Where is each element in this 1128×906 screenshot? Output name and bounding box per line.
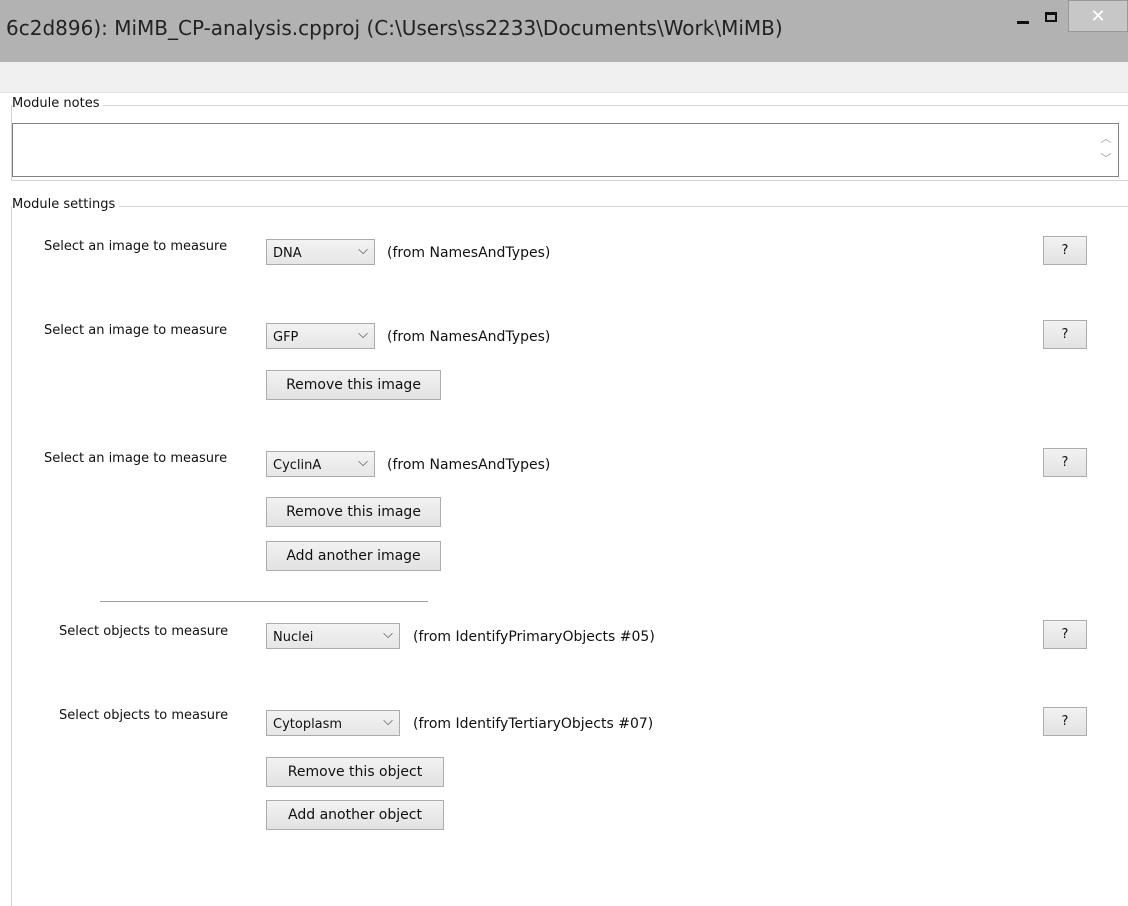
image-3-select[interactable]: CyclinA ⌵ — [266, 451, 375, 477]
module-notes-textarea[interactable]: ︿ ﹀ — [12, 123, 1119, 177]
object-1-value: Nuclei — [273, 630, 314, 645]
object-2-source: (from IdentifyTertiaryObjects #07) — [413, 716, 654, 732]
remove-object-button[interactable]: Remove this object — [266, 757, 444, 787]
scroll-up-icon[interactable]: ︿ — [1100, 133, 1112, 144]
help-button-object-2[interactable]: ? — [1043, 707, 1087, 736]
module-settings-label: Module settings — [12, 197, 120, 212]
module-notes-label: Module notes — [12, 96, 104, 111]
object-1-label: Select objects to measure — [59, 624, 229, 639]
add-image-button[interactable]: Add another image — [266, 541, 441, 571]
title-bar: 6c2d896): MiMB_CP-analysis.cpproj (C:\Us… — [0, 0, 1128, 62]
module-settings-group: Module settings — [11, 197, 1128, 906]
help-button-image-1[interactable]: ? — [1043, 236, 1087, 265]
chevron-down-icon: ⌵ — [358, 327, 368, 342]
close-icon: ✕ — [1090, 5, 1106, 27]
image-2-value: GFP — [273, 330, 299, 345]
image-1-label: Select an image to measure — [44, 239, 228, 254]
object-2-value: Cytoplasm — [273, 717, 343, 732]
chevron-down-icon: ⌵ — [358, 243, 368, 258]
image-3-value: CyclinA — [273, 458, 322, 473]
object-1-select[interactable]: Nuclei ⌵ — [266, 623, 400, 649]
image-2-select[interactable]: GFP ⌵ — [266, 323, 375, 349]
image-2-source: (from NamesAndTypes) — [387, 329, 551, 345]
image-3-label: Select an image to measure — [44, 451, 228, 466]
remove-image-3-button[interactable]: Remove this image — [266, 497, 441, 527]
image-1-source: (from NamesAndTypes) — [387, 245, 551, 261]
image-3-source: (from NamesAndTypes) — [387, 457, 551, 473]
toolbar-strip — [0, 62, 1128, 93]
help-button-image-2[interactable]: ? — [1043, 320, 1087, 349]
minimize-icon — [1017, 20, 1029, 24]
help-button-object-1[interactable]: ? — [1043, 620, 1087, 649]
object-2-label: Select objects to measure — [59, 708, 229, 723]
chevron-down-icon: ⌵ — [383, 627, 393, 642]
maximize-icon — [1045, 12, 1057, 22]
chevron-down-icon: ⌵ — [383, 714, 393, 729]
object-2-select[interactable]: Cytoplasm ⌵ — [266, 710, 400, 736]
module-notes-group: Module notes ︿ ﹀ — [11, 96, 1128, 181]
window-title: 6c2d896): MiMB_CP-analysis.cpproj (C:\Us… — [6, 16, 783, 40]
chevron-down-icon: ⌵ — [358, 455, 368, 470]
help-button-image-3[interactable]: ? — [1043, 448, 1087, 477]
maximize-button[interactable] — [1034, 0, 1068, 40]
image-2-label: Select an image to measure — [44, 323, 228, 338]
image-1-value: DNA — [273, 246, 302, 261]
add-object-button[interactable]: Add another object — [266, 800, 444, 830]
section-divider — [100, 601, 428, 602]
scroll-down-icon[interactable]: ﹀ — [1100, 153, 1112, 164]
close-button[interactable]: ✕ — [1068, 0, 1128, 32]
remove-image-2-button[interactable]: Remove this image — [266, 370, 441, 400]
object-1-source: (from IdentifyPrimaryObjects #05) — [413, 629, 655, 645]
image-1-select[interactable]: DNA ⌵ — [266, 239, 375, 265]
